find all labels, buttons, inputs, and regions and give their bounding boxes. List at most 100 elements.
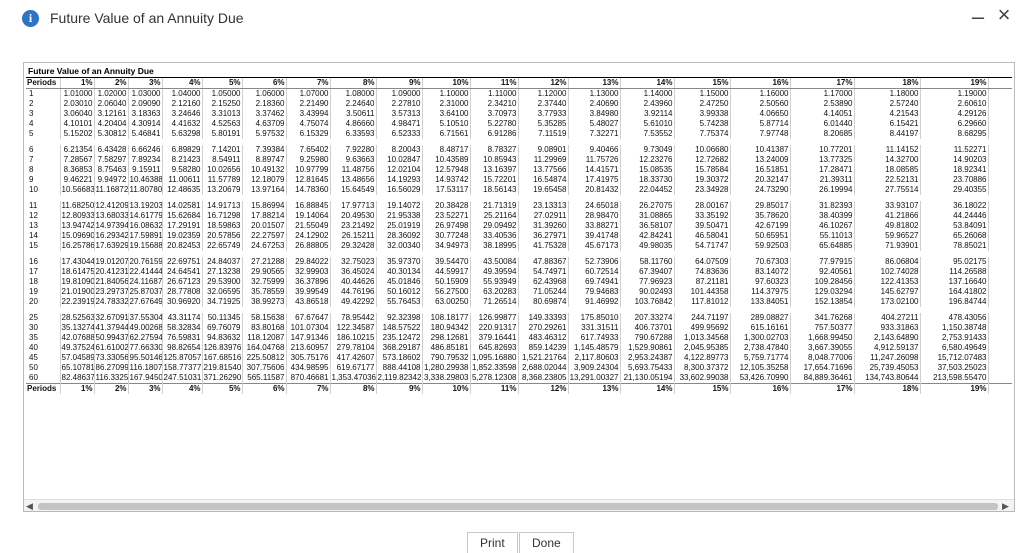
value-cell: 12.23276 <box>620 155 675 165</box>
value-cell: 26.27075 <box>620 201 675 211</box>
value-cell: 20.32147 <box>730 175 791 185</box>
value-cell: 434.98595 <box>286 363 331 373</box>
value-cell: 9.63663 <box>330 155 377 165</box>
value-cell: 305.75176 <box>286 353 331 363</box>
value-cell: 12.72682 <box>674 155 731 165</box>
value-cell: 84,889.36461 <box>790 373 855 384</box>
title-bar: i Future Value of an Annuity Due – × <box>0 0 1024 38</box>
value-cell: 10.97799 <box>286 165 331 175</box>
value-cell: 49.98035 <box>620 241 675 251</box>
value-cell: 20.57856 <box>202 231 243 241</box>
value-cell: 102.74028 <box>854 267 921 277</box>
print-button[interactable]: Print <box>467 532 518 553</box>
value-cell: 126.83976 <box>202 343 243 353</box>
value-cell: 10.77201 <box>790 145 855 155</box>
scrollbar-thumb[interactable] <box>38 503 998 510</box>
table-row: 14 15.09690 16.29342 17.59891 19.02359 20.578… <box>26 231 1012 241</box>
value-cell: 38.40399 <box>790 211 855 221</box>
rate-header: 18% <box>854 78 921 89</box>
minimize-icon[interactable]: – <box>964 4 992 34</box>
value-cell: 3.18363 <box>128 109 163 119</box>
value-cell: 164.04768 <box>242 343 287 353</box>
value-cell: 14.32700 <box>854 155 921 165</box>
value-cell: 15.09690 <box>60 231 95 241</box>
period-cell: 45 <box>26 353 61 363</box>
value-cell: 14.41571 <box>568 165 621 175</box>
value-cell: 9.58280 <box>162 165 203 175</box>
value-cell: 6.29660 <box>920 119 989 129</box>
value-cell: 45.67173 <box>568 241 621 251</box>
value-cell: 20.41231 <box>94 267 129 277</box>
table-row: 17 18.61475 20.41231 22.41444 24.64541 27.132… <box>26 267 1012 277</box>
value-cell: 6.15329 <box>286 129 331 139</box>
value-cell: 2.09090 <box>128 99 163 109</box>
rate-header: 16% <box>730 78 791 89</box>
value-cell: 478.43056 <box>920 313 989 323</box>
rate-header: 1% <box>60 383 95 394</box>
close-icon[interactable]: × <box>990 2 1018 32</box>
value-cell: 8,368.23805 <box>518 373 569 384</box>
value-cell: 31.82393 <box>790 201 855 211</box>
value-cell: 118.12087 <box>242 333 287 343</box>
value-cell: 5.74238 <box>674 119 731 129</box>
value-cell: 18.08585 <box>854 165 921 175</box>
value-cell: 24.64541 <box>162 267 203 277</box>
value-cell: 331.31511 <box>568 323 621 333</box>
value-cell: 55.93949 <box>470 277 519 287</box>
value-cell: 49.37524 <box>60 343 95 353</box>
value-cell: 17.43044 <box>60 257 95 267</box>
value-cell: 24.12902 <box>286 231 331 241</box>
period-cell: 20 <box>26 297 61 307</box>
value-cell: 101.07304 <box>286 323 331 333</box>
value-cell: 28.98470 <box>568 211 621 221</box>
value-cell: 22.65749 <box>202 241 243 251</box>
value-cell: 49.00268 <box>128 323 163 333</box>
value-cell: 15.62684 <box>162 211 203 221</box>
value-cell: 4.06650 <box>730 109 791 119</box>
period-cell: 7 <box>26 155 61 165</box>
period-cell: 8 <box>26 165 61 175</box>
value-cell: 29.90565 <box>242 267 287 277</box>
value-cell: 1,418.25788 <box>988 323 1012 333</box>
scroll-right-icon[interactable]: ▶ <box>1002 501 1012 511</box>
done-button[interactable]: Done <box>519 532 574 553</box>
value-cell: 16.08632 <box>128 221 163 231</box>
value-cell: 148.57522 <box>376 323 423 333</box>
sheet-title: Future Value of an Annuity Due <box>28 66 154 76</box>
value-cell: 33.35192 <box>674 211 731 221</box>
rate-header: 3% <box>128 78 163 89</box>
rate-header: 6% <box>242 383 287 394</box>
value-cell: 5.30812 <box>94 129 129 139</box>
value-cell: 5.61010 <box>620 119 675 129</box>
horizontal-scrollbar[interactable]: ◀ ▶ <box>24 499 1014 511</box>
value-cell: 114.37975 <box>730 287 791 297</box>
value-cell: 54.71747 <box>674 241 731 251</box>
table-row: 35 42.07688 50.99437 62.27594 76.59831 94.836… <box>26 333 1012 343</box>
value-cell: 7.11519 <box>518 129 569 139</box>
value-cell: 1.03000 <box>128 88 163 99</box>
value-cell: 35.97370 <box>376 257 423 267</box>
value-cell: 125.87057 <box>162 353 203 363</box>
value-cell: 31.39260 <box>518 221 569 231</box>
period-cell: 30 <box>26 323 61 333</box>
value-cell: 22.04452 <box>620 185 675 195</box>
rate-header: 4% <box>162 78 203 89</box>
value-cell: 36.45024 <box>330 267 377 277</box>
value-cell: 14.91713 <box>202 201 243 211</box>
value-cell: 8,812.62941 <box>988 343 1012 353</box>
scroll-left-icon[interactable]: ◀ <box>26 501 36 511</box>
value-cell: 43.86518 <box>286 297 331 307</box>
value-cell: 4.10101 <box>60 119 95 129</box>
value-cell: 486.85181 <box>422 343 471 353</box>
value-cell: 42.67199 <box>730 221 791 231</box>
value-cell: 97.60323 <box>730 277 791 287</box>
value-cell: 3.06040 <box>60 109 95 119</box>
value-cell: 2,753.91433 <box>920 333 989 343</box>
value-cell: 11.57789 <box>202 175 243 185</box>
value-cell: 8.78327 <box>470 145 519 155</box>
value-cell: 47.49660 <box>988 211 1012 221</box>
value-cell: 1.07000 <box>286 88 331 99</box>
value-cell: 67.67647 <box>286 313 331 323</box>
rate-header: 13% <box>568 383 621 394</box>
value-cell: 3.43994 <box>286 109 331 119</box>
